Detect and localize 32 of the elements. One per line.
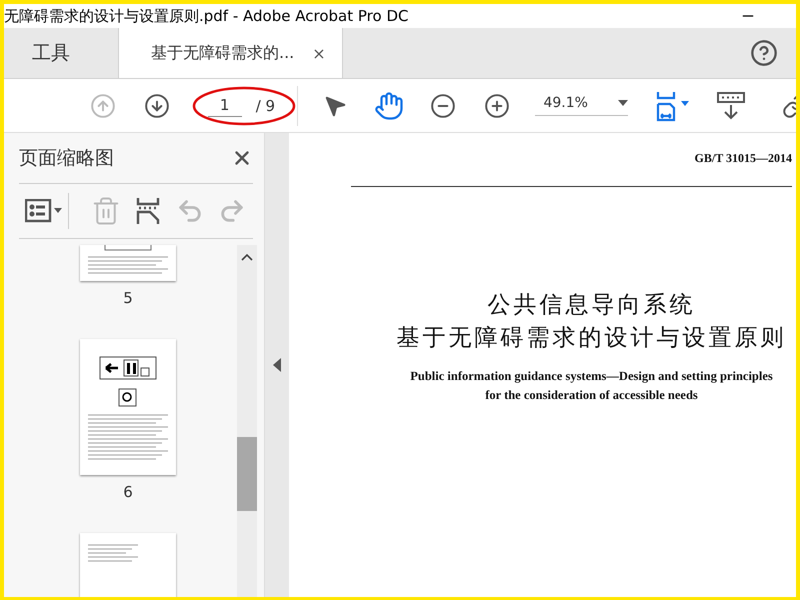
window-title: 无障碍需求的设计与设置原则.pdf - Adobe Acrobat Pro DC (4, 6, 408, 26)
caret-icon (618, 100, 628, 106)
page-number-label: 5 (123, 289, 133, 307)
scrollbar[interactable] (237, 245, 257, 597)
page-number-field[interactable]: 1 (208, 94, 242, 117)
scrollbar-thumb[interactable] (237, 437, 257, 511)
page-count: / 9 (256, 96, 276, 114)
document-title: 公共信息导向系统 (488, 291, 696, 320)
thumbnail-options-icon (24, 199, 62, 223)
english-title: Public information guidance systems—Design and setting principles (410, 368, 773, 385)
insert-pages-icon (136, 197, 160, 225)
tab[interactable]: 基于无障碍需求的... × (119, 28, 343, 78)
zoom-dropdown[interactable]: 49.1% (535, 95, 628, 116)
page-thumbnail[interactable] (80, 245, 176, 281)
english-title: for the consideration of accessible needs (485, 387, 698, 404)
panel-title: 页面缩略图 (19, 146, 114, 171)
page-thumbnail[interactable] (80, 339, 176, 475)
close-tab-button[interactable]: × (312, 44, 326, 62)
zoom-out-icon (430, 92, 456, 118)
arrow-up-icon (90, 92, 116, 118)
collapse-arrow-icon[interactable] (273, 358, 281, 372)
zoom-in-icon (484, 92, 510, 118)
arrow-down-icon (144, 92, 170, 118)
scroll-up-icon[interactable] (241, 253, 253, 261)
standard-number: GB/T 31015—2014 (694, 151, 792, 166)
trash-icon (91, 196, 121, 226)
page-number-label: 6 (123, 483, 133, 501)
document-title: 基于无障碍需求的设计与设置原则 (396, 324, 786, 353)
hand-icon (374, 90, 404, 120)
scroll-mode-icon (716, 90, 746, 120)
page-thumbnail[interactable] (80, 533, 176, 597)
help-icon[interactable] (750, 39, 778, 67)
